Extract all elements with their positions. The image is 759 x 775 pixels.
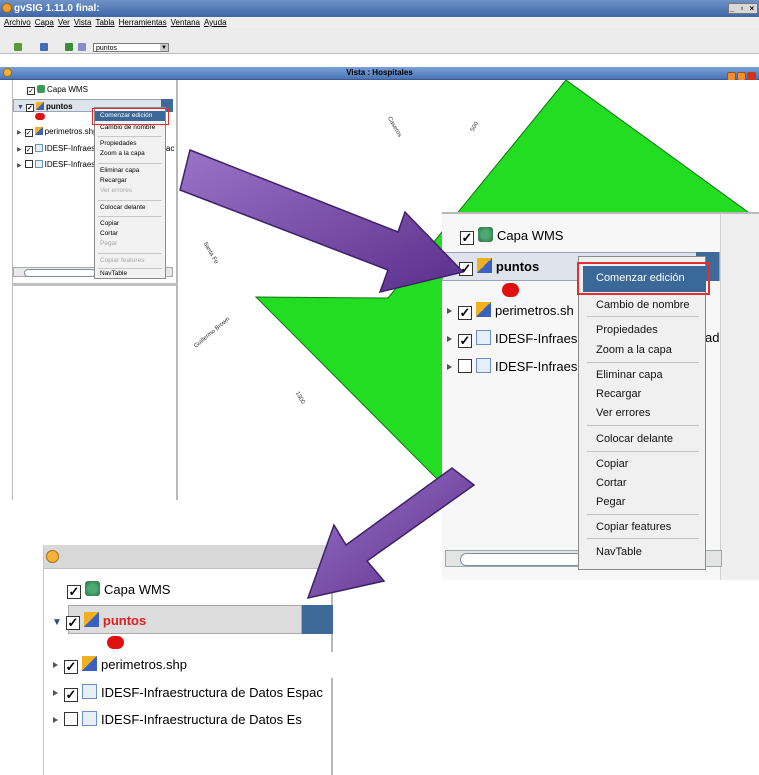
arrow-to-zoom2 — [306, 467, 476, 600]
arrow-to-zoom1 — [179, 148, 465, 294]
annotation-arrows — [179, 148, 476, 600]
